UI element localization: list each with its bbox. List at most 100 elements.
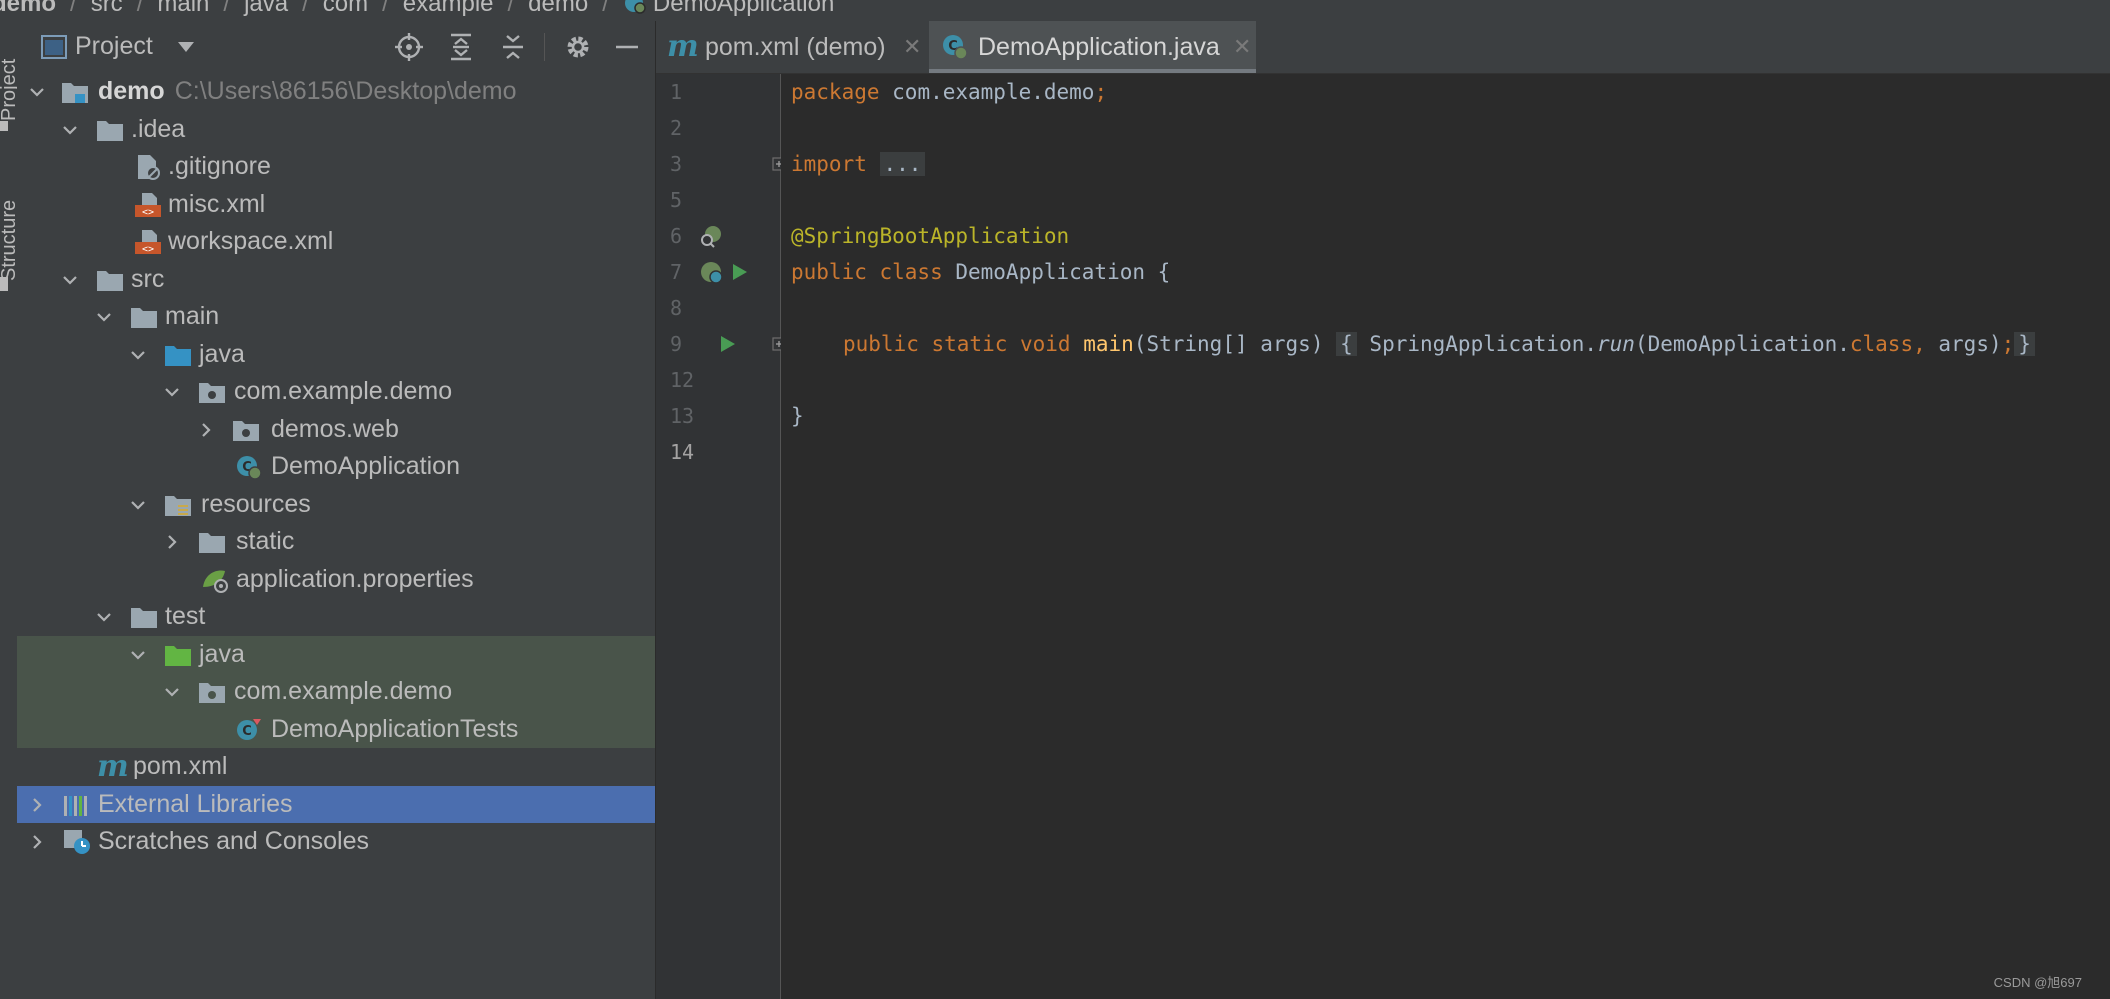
- chevron-down-icon[interactable]: [130, 497, 146, 513]
- chevron-right-icon[interactable]: [29, 797, 45, 813]
- breadcrumb-item-com[interactable]: com: [323, 0, 368, 15]
- tree-item-package-test[interactable]: com.example.demo: [17, 673, 655, 711]
- minimize-icon[interactable]: [613, 33, 641, 61]
- chevron-right-icon[interactable]: [164, 534, 180, 550]
- breadcrumb-item-example[interactable]: example: [403, 0, 494, 15]
- tree-item-label: .idea: [131, 114, 186, 143]
- maven-icon: m: [97, 749, 129, 784]
- folder-icon: [131, 308, 157, 328]
- collapse-all-icon[interactable]: [499, 33, 527, 61]
- tree-item-label: resources: [201, 489, 311, 518]
- tree-item-workspace-xml[interactable]: <> workspace.xml: [17, 223, 655, 261]
- line-number: 8: [670, 296, 683, 320]
- tab-demoapplication-java[interactable]: C DemoApplication.java ✕: [929, 21, 1256, 73]
- code-token: com.example.demo: [879, 80, 1095, 104]
- tree-item-misc-xml[interactable]: <> misc.xml: [17, 186, 655, 224]
- line-number: 1: [670, 80, 683, 104]
- tree-item-demoapplicationtests[interactable]: C DemoApplicationTests: [17, 710, 655, 748]
- folder-icon: [97, 120, 123, 141]
- close-icon[interactable]: ✕: [903, 21, 921, 73]
- source-folder-icon: [165, 345, 191, 366]
- tree-item-scratches[interactable]: Scratches and Consoles: [17, 823, 655, 861]
- code-line-7: public class DemoApplication {: [791, 254, 1170, 290]
- scratches-icon: [64, 830, 90, 854]
- code-token: @SpringBootApplication: [791, 224, 1070, 248]
- chevron-right-icon[interactable]: [198, 422, 214, 438]
- tree-item-package-main[interactable]: com.example.demo: [17, 373, 655, 411]
- xml-file-icon: <>: [135, 192, 161, 218]
- breadcrumb-item-demo-pkg[interactable]: demo: [528, 0, 588, 15]
- spring-bean-icon[interactable]: [699, 260, 725, 286]
- chevron-down-icon[interactable]: [164, 384, 180, 400]
- code-editor[interactable]: package com.example.demo; import ... @Sp…: [781, 74, 2110, 999]
- chevron-down-icon[interactable]: [177, 41, 195, 53]
- folded-brace[interactable]: {: [1336, 332, 1357, 356]
- tree-item-main[interactable]: main: [17, 298, 655, 336]
- chevron-down-icon[interactable]: [62, 122, 78, 138]
- tree-item-external-libraries[interactable]: External Libraries: [17, 785, 655, 823]
- code-token: (DemoApplication.: [1634, 332, 1850, 356]
- code-token: public class: [791, 260, 943, 284]
- package-icon: [233, 420, 259, 441]
- tree-item-gitignore[interactable]: .gitignore: [17, 148, 655, 186]
- code-token: public static void: [843, 332, 1071, 356]
- tree-item-label: test: [165, 602, 206, 630]
- spring-bean-icon[interactable]: [699, 224, 723, 248]
- folder-icon: [97, 270, 123, 291]
- header-divider: [544, 33, 545, 61]
- chevron-down-icon[interactable]: [96, 309, 112, 325]
- panel-title[interactable]: Project: [75, 32, 153, 61]
- tree-item-demoapplication[interactable]: C DemoApplication: [17, 448, 655, 486]
- line-number: 14: [670, 440, 695, 464]
- code-token: ;: [2001, 332, 2015, 356]
- breadcrumb-item-java[interactable]: java: [244, 0, 288, 15]
- tree-item-demos-web[interactable]: demos.web: [17, 411, 655, 449]
- locate-icon[interactable]: [395, 33, 423, 61]
- tree-item-application-properties[interactable]: application.properties: [17, 561, 655, 599]
- breadcrumb-item-main[interactable]: main: [157, 0, 209, 15]
- chevron-down-icon[interactable]: [62, 272, 78, 288]
- tree-item-java-source[interactable]: java: [17, 336, 655, 374]
- chevron-down-icon[interactable]: [164, 684, 180, 700]
- chevron-down-icon[interactable]: [96, 609, 112, 625]
- tree-item-src[interactable]: src: [17, 261, 655, 299]
- chevron-down-icon[interactable]: [130, 647, 146, 663]
- gear-icon[interactable]: [564, 33, 592, 61]
- line-number: 3: [670, 152, 683, 176]
- tree-item-test[interactable]: test: [17, 598, 655, 636]
- tree-item-label: main: [165, 302, 220, 330]
- tree-item-resources[interactable]: resources: [17, 486, 655, 524]
- tree-item-label: workspace.xml: [168, 227, 334, 255]
- tree-item-pom-xml[interactable]: m pom.xml: [17, 748, 655, 786]
- project-panel-header: Project: [17, 21, 655, 73]
- run-icon[interactable]: [720, 335, 736, 353]
- module-folder-icon: [62, 83, 88, 103]
- breadcrumb-item-demo[interactable]: demo: [0, 0, 56, 15]
- run-icon[interactable]: [732, 263, 748, 281]
- editor-gutter: 1 2 3 5 6 7 8 9 12 13 14: [656, 74, 786, 999]
- folded-imports[interactable]: ...: [879, 152, 926, 176]
- tree-item-label: application.properties: [236, 564, 474, 593]
- spring-class-icon: C: [943, 35, 968, 60]
- tree-item-demo-root[interactable]: demo C:\Users\86156\Desktop\demo: [17, 73, 655, 111]
- tree-item-idea[interactable]: .idea: [17, 111, 655, 149]
- tree-item-java-test[interactable]: java: [17, 635, 655, 673]
- code-line-13: }: [791, 398, 804, 434]
- tree-item-label: DemoApplicationTests: [271, 714, 519, 743]
- breadcrumb-item-demoapplication[interactable]: DemoApplication: [653, 0, 834, 15]
- chevron-down-icon[interactable]: [130, 347, 146, 363]
- breadcrumb-item-src[interactable]: src: [91, 0, 123, 15]
- expand-all-icon[interactable]: [447, 33, 475, 61]
- breadcrumb-separator: /: [136, 0, 144, 17]
- chevron-right-icon[interactable]: [29, 834, 45, 850]
- tree-item-label: .gitignore: [168, 152, 271, 180]
- folded-brace[interactable]: }: [2014, 332, 2035, 356]
- tree-item-path: C:\Users\86156\Desktop\demo: [174, 77, 517, 105]
- close-icon[interactable]: ✕: [1233, 21, 1251, 73]
- code-token: }: [791, 404, 804, 428]
- tree-item-static[interactable]: static: [17, 523, 655, 561]
- tab-pom-xml[interactable]: m pom.xml (demo) ✕: [656, 21, 922, 73]
- breadcrumb-separator: /: [507, 0, 515, 17]
- svg-text:C: C: [242, 724, 252, 739]
- chevron-down-icon[interactable]: [29, 84, 45, 100]
